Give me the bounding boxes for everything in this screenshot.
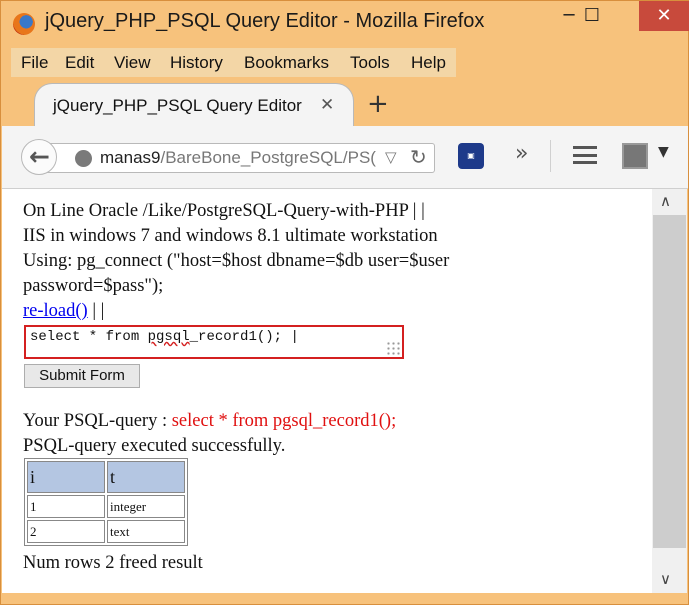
extension-icon[interactable]: ▣ xyxy=(458,143,484,169)
tab-title: jQuery_PHP_PSQL Query Editor xyxy=(53,96,302,115)
submit-button[interactable]: Submit Form xyxy=(24,364,140,388)
tab-close-icon[interactable]: ✕ xyxy=(320,95,334,115)
back-button[interactable]: ← xyxy=(21,139,57,175)
scroll-down-icon[interactable]: ∨ xyxy=(660,570,671,588)
result-table: i t 1 integer 2 text xyxy=(24,458,188,546)
maximize-button[interactable]: ☐ xyxy=(569,1,615,31)
menu-view[interactable]: View xyxy=(114,53,151,73)
url-host: manas9 xyxy=(100,148,161,167)
firefox-window: jQuery_PHP_PSQL Query Editor - Mozilla F… xyxy=(0,0,689,605)
reload-line: re-load() | | xyxy=(23,301,104,322)
menu-history[interactable]: History xyxy=(170,53,223,73)
query-textarea[interactable]: select * from pgsql_record1(); | xyxy=(24,325,404,359)
menu-help[interactable]: Help xyxy=(411,53,446,73)
table-cell: text xyxy=(107,520,185,543)
new-tab-button[interactable]: + xyxy=(367,89,389,119)
reload-link[interactable]: re-load() xyxy=(23,301,88,321)
your-query-value: select * from pgsql_record1(); xyxy=(171,411,397,431)
menu-bookmarks[interactable]: Bookmarks xyxy=(244,53,329,73)
tab-query-editor[interactable]: jQuery_PHP_PSQL Query Editor ✕ xyxy=(34,83,354,128)
menu-edit[interactable]: Edit xyxy=(65,53,94,73)
chevron-down-icon[interactable]: ▼ xyxy=(658,144,669,160)
your-query-line: Your PSQL-query : select * from pgsql_re… xyxy=(23,411,396,432)
overflow-icon[interactable]: » xyxy=(515,141,528,166)
window-title: jQuery_PHP_PSQL Query Editor - Mozilla F… xyxy=(45,10,485,32)
connect-line-2: password=$pass"); xyxy=(23,276,164,296)
vertical-scrollbar[interactable]: ∧ ∨ xyxy=(652,189,687,593)
your-query-label: Your PSQL-query : xyxy=(23,411,172,431)
back-icon: ← xyxy=(29,142,50,171)
menu-bar: File Edit View History Bookmarks Tools H… xyxy=(11,48,456,77)
url-path: /BareBone_PostgreSQL/PS( xyxy=(160,148,376,167)
toolbar-separator xyxy=(550,140,551,172)
globe-icon xyxy=(75,150,92,167)
menu-tools[interactable]: Tools xyxy=(350,53,390,73)
query-text-misspelled: pgsql xyxy=(147,329,190,345)
status-message: PSQL-query executed successfully. xyxy=(23,436,286,456)
query-text-part: select * from xyxy=(30,329,148,345)
title-bar: jQuery_PHP_PSQL Query Editor - Mozilla F… xyxy=(1,1,689,45)
heading-line-1: On Line Oracle /Like/PostgreSQL-Query-wi… xyxy=(23,201,425,221)
close-window-button[interactable]: ✕ xyxy=(639,1,689,31)
resize-handle-icon[interactable] xyxy=(386,341,400,355)
table-row: 1 integer xyxy=(27,495,185,518)
connect-line-1: Using: pg_connect ("host=$host dbname=$d… xyxy=(23,251,450,271)
footer-text: Num rows 2 freed result xyxy=(23,553,203,573)
page-content: On Line Oracle /Like/PostgreSQL-Query-wi… xyxy=(2,189,652,593)
table-header-cell: i xyxy=(27,461,105,493)
table-cell: 1 xyxy=(27,495,105,518)
table-header-cell: t xyxy=(107,461,185,493)
table-cell: 2 xyxy=(27,520,105,543)
navigation-toolbar: manas9/BareBone_PostgreSQL/PS( ▽ ↻ ← ▣ »… xyxy=(2,126,688,189)
url-text: manas9/BareBone_PostgreSQL/PS( xyxy=(100,148,376,168)
query-text: select * from pgsql_record1(); | xyxy=(30,329,299,345)
reload-icon[interactable]: ↻ xyxy=(410,145,427,169)
firefox-logo-icon xyxy=(13,13,35,35)
tab-strip: jQuery_PHP_PSQL Query Editor ✕ + xyxy=(1,83,688,128)
scrollbar-thumb[interactable] xyxy=(653,215,686,548)
scroll-up-icon[interactable]: ∧ xyxy=(660,192,671,210)
menu-icon[interactable] xyxy=(573,146,597,164)
shield-extension-icon[interactable] xyxy=(622,143,648,169)
reload-suffix: | | xyxy=(92,301,105,321)
table-header-row: i t xyxy=(27,461,185,493)
heading-line-2: IIS in windows 7 and windows 8.1 ultimat… xyxy=(23,226,438,246)
dropdown-icon[interactable]: ▽ xyxy=(385,148,397,166)
query-text-part-2: _record1(); | xyxy=(189,329,299,345)
menu-file[interactable]: File xyxy=(21,53,48,73)
table-cell: integer xyxy=(107,495,185,518)
url-bar[interactable]: manas9/BareBone_PostgreSQL/PS( ▽ ↻ xyxy=(41,143,435,173)
table-row: 2 text xyxy=(27,520,185,543)
